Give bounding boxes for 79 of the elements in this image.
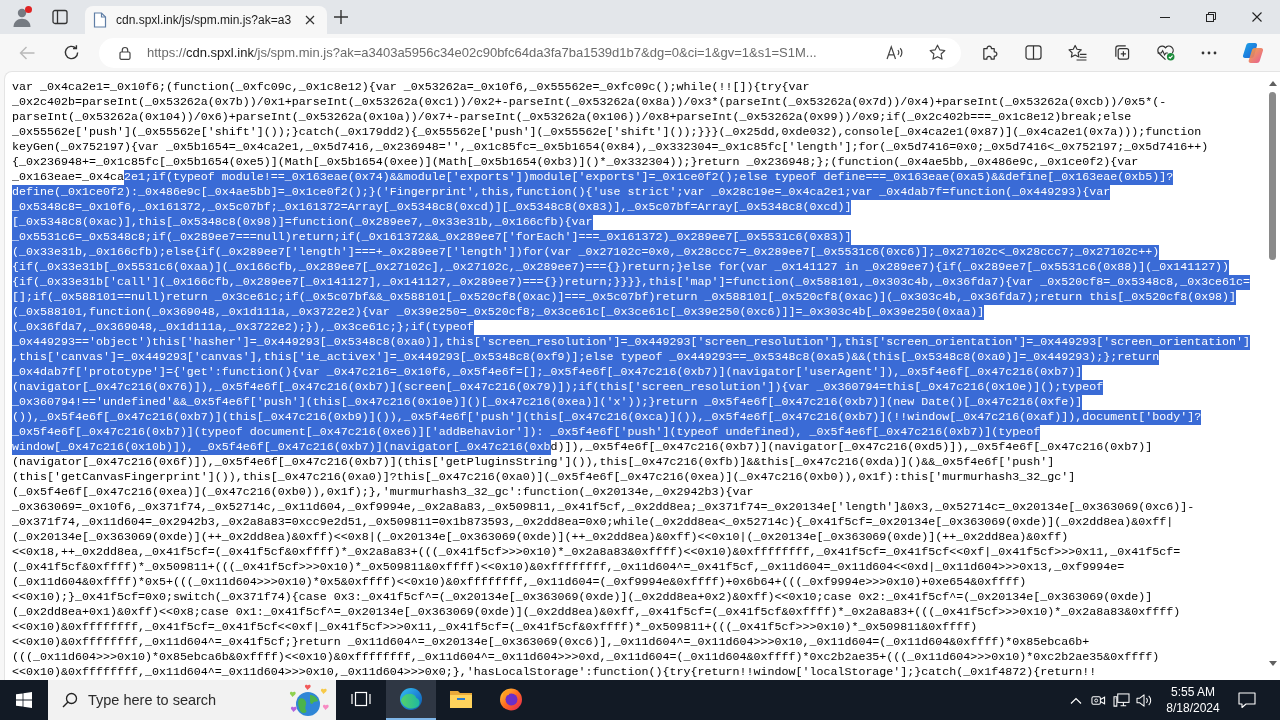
split-screen-icon <box>1024 45 1042 60</box>
heart-pulse-icon <box>1155 44 1175 61</box>
network-icon <box>1113 692 1130 708</box>
star-icon <box>928 44 946 61</box>
tab-actions-icon <box>52 9 68 25</box>
code-text: {_0x236948+=_0x1c85fc[_0x5b1654(0xe5)](Math[_0x5b1654(0xee)](Math[_0x5b1654(0xb3)]()*_0x332304));}return _0x236948;};(function(_0x4ae5bb,_0x486e9c,_0x1ce0f2){var <box>12 155 1139 170</box>
code-text: var _0x4ca2e1=_0x10f6;(function(_0xfc09c,_0x1c8e12){var _0x53262a=_0x10f6,_0x55562e=_0xfc09c();while(!![]){try{var <box>12 80 810 95</box>
close-icon <box>304 15 315 25</box>
code-text: (((_0x11d604>>>0x10)*0x85ebca6b&0xffff)<<0x10)&0xffffffff,_0x11d604^=_0x11d604>>>0xd,_0x11d604=(_0x11d604&0xffff)*0xc2b2ae35+(((_0x11d604>>>0x10)*0xc2b2ae35&0xffff) <box>12 650 1160 665</box>
code-text: _0x371f74,_0x11d604=_0x2942b3,_0x2a8a83=0xcc9e2d51,_0x509811=0x1b873593,_0x2dd8ea=0x0;while(_0x2dd8ea<_0x52714c){_0x41f5cf=_0x20134e[_0x363069(0xde)](_0x2dd8ea)&0xff| <box>12 515 1174 530</box>
selected-code-text: {if(_0x33e31b['call'](_0x166cfb,_0x289ee7[_0x141127],_0x141127,_0x289ee7)==={})return;}}}},this['map']=function(_0x588101,_0x303c4b,_0x36fda7){var _0x520cf8=_0x5348c8,_0x3ce61c= <box>12 275 1251 290</box>
fox-browser-icon <box>499 687 523 711</box>
code-text: d)]),_0x5f4e6f[_0x47c216(0xb7)](navigator[_0x47c216(0xd5)]),_0x5f4e6f[_0x47c216(0xb7)] <box>550 440 1153 455</box>
collections-icon <box>1112 44 1130 61</box>
selected-code-text: _0x5f4e6f[_0x47c216(0xb7)](typeof document[_0x47c216(0xe6)]['addBehavior']): _0x5f4e6f['push'](typeof undefined), _0x5f4e6f[_0x47c216(0xb7)](typeof <box>12 425 1041 440</box>
task-view-icon <box>351 691 371 707</box>
back-arrow-icon <box>19 45 35 60</box>
code-text: <<0x10);}_0x41f5cf=0x0;switch(_0x371f74){case 0x3:_0x41f5cf^=(_0x20134e[_0x363069(0xde)](_0x2dd8ea+0x2)&0xff)<<0x10;case 0x2:_0x41f5cf^=(_0x20134e[_0x363069(0xde)] <box>12 590 1153 605</box>
search-field[interactable]: Type here to search <box>48 680 336 720</box>
notification-icon <box>1238 692 1256 708</box>
code-text: <<0x10)&0xffffffff,_0x11d604^=_0x41f5cf;}return _0x11d604^=_0x20134e[_0x363069(0xc6)],_0x11d604^=_0x11d604>>>0x10,_0x11d604=(_0x11d604&0xffff)*0x85ebca6b+ <box>12 635 1090 650</box>
selected-code-text: define(_0x1ce0f2):_0x486e9c[_0x4ae5bb]=_0x1ce0f2();}('Fingerprint',this,function(){'use strict';var _0x28c19e=_0x4ca2e1;var _0x4dab7f=function(_0x449293){var <box>12 185 1111 200</box>
code-text: _0x55562e['push'](_0x55562e['shift']());}catch(_0x179dd2){_0x55562e['push'](_0x55562e['shift']());}}}(_0x25dd,0xde032),console[_0x4ca2e1(0x87)](_0x4ca2e1(0x7a)));function <box>12 125 1202 140</box>
code-text: _0x2c402b=parseInt(_0x53262a(0x7b))/0x1+parseInt(_0x53262a(0xc1))/0x2+-parseInt(_0x53262a(0x8a))/0x3*(parseInt(_0x53262a(0x7d))/0x4)+parseInt(_0x53262a(0xcb))/0x5*(- <box>12 95 1167 110</box>
browser-tab[interactable]: cdn.spxl.ink/js/spm.min.js?ak=a3 <box>85 6 327 34</box>
minimize-icon <box>1160 16 1170 18</box>
code-text: (_0x2dd8ea+0x1)&0xff)<<0x8;case 0x1:_0x41f5cf^=_0x20134e[_0x363069(0xde)](_0x2dd8ea)&0xff,_0x41f5cf=(_0x41f5cf&0xffff)*_0x2a8a83+(((_0x41f5cf>>>0x10)*_0x2a8a83&0xffff) <box>12 605 1181 620</box>
chevron-up-icon <box>1069 696 1082 704</box>
code-text: <<0x18,++_0x2dd8ea,_0x41f5cf=(_0x41f5cf&0xffff)*_0x2a8a83+(((_0x41f5cf>>>0x10)*_0x2a8a83&0xffff)<<0x10)&0xffffffff,_0x41f5cf=_0x41f5cf<<0xf|_0x41f5cf>>>0x11,_0x41f5cf= <box>12 545 1181 560</box>
puzzle-icon <box>980 44 998 61</box>
plus-icon <box>334 10 348 24</box>
folder-icon <box>449 689 473 709</box>
wave-browser-icon <box>399 687 423 711</box>
selected-code-text: [];if(_0x588101==null)return _0x3ce61c;if(_0x5c07bf&&_0x588101[_0x520cf8(0xac)]===_0x5c07bf)return _0x588101[_0x520cf8(0xac)](_0x303c4b,_0x36fda7);return this[_0x520cf8(0x98)] <box>12 290 1237 305</box>
selected-code-text: {if(_0x33e31b[_0x5531c6(0xaa)](_0x166cfb,_0x289ee7[_0x27102c],_0x27102c,_0x289ee7)==={})return;}else for(var _0x141127 in _0x289ee7){if(_0x289ee7[_0x5531c6(0x88)](_0x141127)) <box>12 260 1230 275</box>
selected-code-text: window[_0x47c216(0x10b)]), _0x5f4e6f[_0x47c216(0xb7)](navigator[_0x47c216(0xb <box>12 440 551 455</box>
start-icon <box>16 692 32 708</box>
code-text: (_0x41f5cf&0xffff)*_0x509811+(((_0x41f5cf>>>0x10)*_0x509811&0xffff)<<0x10)&0xffffffff,_0x11d604^=_0x41f5cf,_0x11d604=_0x11d604<<0xd|_0x11d604>>>0x13,_0xf9994e= <box>12 560 1125 575</box>
scrollbar-thumb[interactable] <box>1269 92 1276 260</box>
code-text: <<0x10)&0xffffffff,_0x41f5cf=_0x41f5cf<<0xf|_0x41f5cf>>>0x11,_0x41f5cf=(_0x41f5cf&0xffff)*_0x509811+(((_0x41f5cf>>>0x10)*_0x509811&0xffff) <box>12 620 978 635</box>
selected-code-text: _0x5531c6=_0x5348c8;if(_0x289ee7===null)return;if(_0x161372&&_0x289ee7['forEach']===_0x161372)_0x289ee7[_0x5531c6(0x83)] <box>12 230 852 245</box>
speaker-icon <box>1136 692 1153 708</box>
scroll-up-icon[interactable] <box>1268 81 1277 86</box>
page-icon <box>93 12 107 28</box>
favorites-icon <box>1067 44 1087 61</box>
clock-button[interactable]: 5:55 AM 8/18/2024 <box>1160 680 1226 720</box>
code-text: (_0x11d604&0xffff)*0x5+(((_0x11d604>>>0x10)*0x5&0xffff)<<0x10)&0xffffffff,_0x11d604=(_0xf9994e&0xffff)+0x6b64+(((_0xf9994e>>>0x10)+0xe654&0xffff) <box>12 575 1027 590</box>
code-text: keyGen(_0x752197){var _0x5b1654=_0x4ca2e1,_0x5d7416,_0x236948='',_0x1c85fc=_0x5b1654(0x84),_0x332304=_0x1c85fc['length'];for(_0x5d7416=0x0;_0x5d7416<_0x752197;_0x5d7416++) <box>12 140 1209 155</box>
logo-icon <box>1242 41 1264 64</box>
selected-code-text: _0x449293=='object')this['hasher']=_0x449293[_0x5348c8(0xa0)],this['screen_resolution']=_0x449293['screen_resolution'],this['screen_orientation']=_0x449293['screen_orientation'] <box>12 335 1251 350</box>
lock-icon <box>119 45 131 60</box>
search-icon <box>62 692 78 708</box>
code-text: _0x363069=_0x10f6,_0x371f74,_0x52714c,_0x11d604,_0xf9994e,_0x2a8a83,_0x509811,_0x41f5cf,_0x2dd8ea;_0x371f74=_0x20134e['length']&0x3,_0x52714c=_0x20134e[_0x363069(0xc6)]- <box>12 500 1195 515</box>
more-icon <box>1201 50 1217 55</box>
profile-icon <box>12 7 32 27</box>
code-text: _0x163eae=_0x4ca <box>12 170 124 185</box>
selected-code-text: _0x4dab7f['prototype']={'get':function(){var _0x47c216=_0x10f6,_0x5f4e6f=[];_0x5f4e6f[_0x47c216(0xb7)](navigator['userAgent']),_0x5f4e6f[_0x47c216(0xb7)] <box>12 365 1083 380</box>
selected-code-text: (_0x588101,function(_0x369048,_0x1d111a,_0x3722e2){var _0x39e250=_0x520cf8;_0x3ce61c[_0x3ce61c[_0x39e250(0xc6)]]=_0x303c4b[_0x39e250(0xaa)] <box>12 305 985 320</box>
read-aloud-icon <box>885 45 905 60</box>
refresh-icon <box>62 44 80 61</box>
selected-code-text: (_0x33e31b,_0x166cfb);else{if(_0x289ee7['length']===+_0x289ee7['length'])for(var _0x27102c=0x0,_0x28ccc7=_0x289ee7[_0x5531c6(0xc6)];_0x27102c<_0x28ccc7;_0x27102c++) <box>12 245 1160 260</box>
selected-code-text: (_0x36fda7,_0x369048,_0x1d111a,_0x3722e2);}),_0x3ce61c;};if(typeof <box>12 320 474 335</box>
restore-icon <box>1206 12 1216 22</box>
code-text: (navigator[_0x47c216(0x6f)]),_0x5f4e6f[_0x47c216(0xb7)](this['getPluginsString']()),this[_0x47c216(0xfb)]&&this[_0x47c216(0xda)]()&&_0x5f4e6f['push'] <box>12 455 1055 470</box>
selected-code-text: ()),_0x5f4e6f[_0x47c216(0xb7)](this[_0x47c216(0xb9)]()),_0x5f4e6f['push'](this[_0x47c216(0xca)]()),_0x5f4e6f[_0x47c216(0xb7)](!!window[_0x47c216(0xaf)]),document['body']? <box>12 410 1202 425</box>
close-icon <box>1252 12 1262 22</box>
selected-code-text: [_0x5348c8(0xac)],this[_0x5348c8(0x98)]=function(_0x289ee7,_0x33e31b,_0x166cfb){var <box>12 215 593 230</box>
selected-code-text: _0x5348c8=_0x10f6,_0x161372,_0x5c07bf;_0x161372=Array[_0x5348c8(0xcd)][_0x5348c8(0x83)],_0x5c07bf=Array[_0x5348c8(0xcd)] <box>12 200 852 215</box>
taskbar-app-button[interactable] <box>386 680 436 720</box>
address-field[interactable]: https://cdn.spxl.ink/js/spm.min.js?ak=a3403a5956c34e02c90bfc64da3fa7ba1539d1b7&dg=0&ci=1&gv=1&s1=S1M... <box>99 37 961 68</box>
code-text: (_0x5f4e6f[_0x47c216(0xea)](_0x47c216(0xb0)),0x1f);},'murmurhash3_32_gc':function(_0x20134e,_0x2942b3){var <box>12 485 754 500</box>
scroll-down-icon[interactable] <box>1268 661 1277 666</box>
code-text: (_0x20134e[_0x363069(0xde)](++_0x2dd8ea)&0xff)<<0x8|(_0x20134e[_0x363069(0xde)](++_0x2dd8ea)&0xff)<<0x10|(_0x20134e[_0x363069(0xde)](++_0x2dd8ea)&0xff) <box>12 530 1069 545</box>
code-text: <<0x10)&0xffffffff,_0x11d604^=_0x11d604>>>0x10,_0x11d604>>>0x0;},'hasLocalStorage':function(){try{return!!window['localStorage'];}catch(_0x1f4872){return!! <box>12 665 1097 680</box>
code-text: (this['getCanvasFingerprint']()),this[_0x47c216(0xa0)]?this[_0x47c216(0xa0)](_0x5f4e6f[_0x47c216(0xea)](_0x47c216(0xb0)),0x1f):this['murmurhash3_32_gc'] <box>12 470 1076 485</box>
selected-code-text: ,this['canvas']=_0x449293['canvas'],this['ie_activex']=_0x449293[_0x5348c8(0xf9)];else typeof _0x449293==_0x5348c8(0xa5)&&(this[_0x5348c8(0xa0)]=_0x449293);};return <box>12 350 1160 365</box>
selected-code-text: _0x360794!=='undefined'&&_0x5f4e6f['push'](this[_0x47c216(0x10e)]()[_0x47c216(0xea)]('x'));}return _0x5f4e6f[_0x47c216(0xb7)](new Date()[_0x47c216(0xfe)] <box>12 395 1083 410</box>
code-text: parseInt(_0x53262a(0x104))/0x6)+parseInt(_0x53262a(0x10a))/0x7+-parseInt(_0x53262a(0x106))/0x8+parseInt(_0x53262a(0x99))/0x9;if(_0x2c402b===_0x1c8e12)break;else <box>12 110 1132 125</box>
selected-code-text: (navigator[_0x47c216(0x76)]),_0x5f4e6f[_0x47c216(0xb7)](screen[_0x47c216(0x79)]);if(this['screen_resolution']){var _0x360794=this[_0x47c216(0x10e)]();typeof <box>12 380 1104 395</box>
